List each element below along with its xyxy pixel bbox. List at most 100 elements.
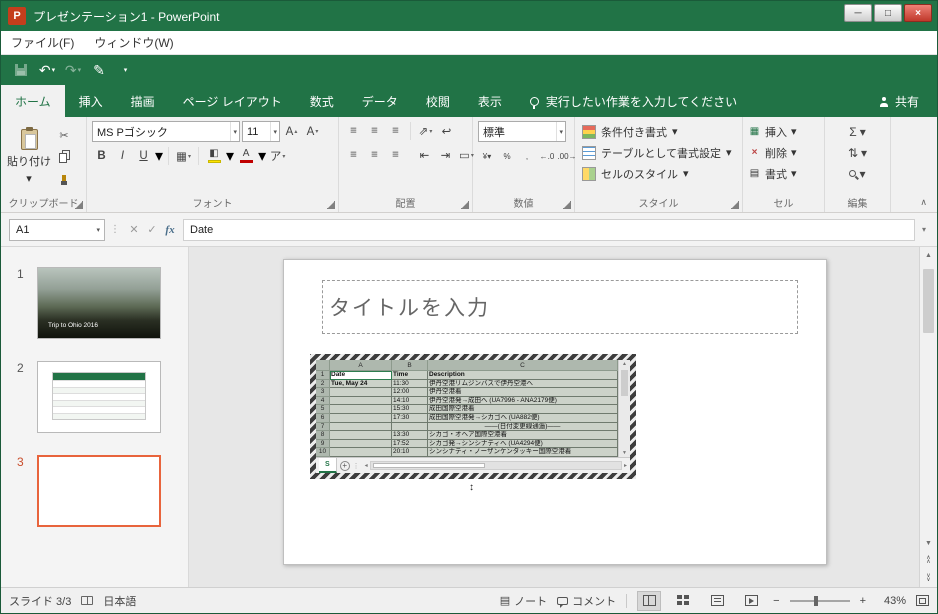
scroll-down-button[interactable]: ▼ [920,535,937,551]
number-dialog-launcher-icon[interactable] [563,201,571,209]
row-header[interactable]: 9 [316,439,330,449]
expand-formula-bar-icon[interactable]: ▾ [915,225,933,234]
sheet-cell[interactable]: 20:10 [392,448,428,457]
sheet-cell[interactable]: 成田国際空港着 [428,405,618,414]
decrease-indent-button[interactable]: ⇤ [415,145,434,165]
conditional-formatting-button[interactable]: 条件付き書式 ▾ [580,121,737,142]
row-header[interactable]: 5 [316,405,330,414]
sheet-scroll-up-icon[interactable]: ▲ [619,360,630,368]
format-painter-button[interactable] [52,168,76,187]
select-all-corner[interactable] [316,360,330,371]
font-size-combo[interactable]: 11 ▾ [242,121,280,142]
save-button[interactable] [11,59,31,81]
sheet-cell[interactable] [330,396,392,406]
sheet-cell[interactable] [330,448,392,457]
sheet-cell[interactable] [330,388,392,397]
row-header[interactable]: 3 [316,388,330,397]
wrap-text-button[interactable]: ↩ [437,121,456,141]
cell-a1[interactable]: Date [330,371,392,380]
scroll-up-button[interactable]: ▲ [920,247,937,263]
fit-to-window-button[interactable] [916,595,929,606]
language-indicator[interactable]: 日本語 [103,593,136,609]
sheet-tab[interactable]: S [319,458,337,473]
next-slide-button[interactable]: ∨ ∨ [920,569,937,587]
zoom-in-button[interactable]: + [860,595,866,607]
align-center-button[interactable]: ≡ [365,145,384,165]
sheet-cell[interactable]: 伊丹空港着 [428,388,618,397]
sheet-cell[interactable]: Tue, May 24 [330,379,392,389]
cancel-entry-button[interactable]: ✕ [125,223,143,236]
sheet-cell[interactable] [392,422,428,432]
decrease-decimal-button[interactable]: .00→ [557,146,576,166]
sheet-scroll-down-icon[interactable]: ▼ [619,449,630,457]
paste-button[interactable]: 貼り付け ▾ [6,121,52,193]
sheet-cell[interactable]: 成田国際空港発→シカゴへ (UA882便) [428,413,618,423]
sheet-cell[interactable]: Time [392,371,428,380]
sort-filter-button[interactable]: ⇅ ▾ [830,142,885,163]
sheet-cell[interactable]: 伊丹空港リムジンバスで伊丹空港へ [428,379,618,389]
sheet-cell[interactable]: 14:10 [392,396,428,406]
sheet-cell[interactable]: 13:30 [392,431,428,440]
percent-format-button[interactable]: % [498,146,516,166]
zoom-level[interactable]: 43% [876,595,906,607]
sheet-cell[interactable]: 11:30 [392,379,428,389]
borders-button[interactable]: ▦ ▾ [174,146,193,166]
delete-cells-button[interactable]: × 削除 ▾ [748,142,819,163]
cell-styles-button[interactable]: セルのスタイル ▾ [580,163,737,184]
sheet-cell[interactable]: 12:00 [392,388,428,397]
minimize-button[interactable]: ─ [844,4,872,22]
increase-indent-button[interactable]: ⇥ [436,145,455,165]
sheet-hscrollbar-thumb[interactable] [372,463,486,468]
row-header[interactable]: 6 [316,413,330,423]
row-header[interactable]: 7 [316,422,330,432]
menu-file[interactable]: ファイル(F) [1,31,84,54]
sheet-cell[interactable]: ――(日付変更線通過)―― [428,422,618,432]
sheet-cell[interactable]: 15:30 [392,405,428,414]
customize-qat-button[interactable]: ▾ [115,59,135,81]
column-header-b[interactable]: B [392,360,428,371]
underline-button[interactable]: U [134,146,153,166]
copy-button[interactable] [52,147,76,166]
sheet-cell[interactable]: 17:52 [392,439,428,449]
zoom-slider[interactable] [789,595,850,606]
find-select-button[interactable]: ▾ [830,163,885,184]
normal-view-button[interactable] [637,590,662,611]
sheet-cell[interactable]: シンシナティ・ノーザンケンタッキー国際空港着 [428,448,618,457]
undo-button[interactable]: ↶ ▾ [37,59,57,81]
align-top-button[interactable]: ≡ [344,121,363,141]
align-left-button[interactable]: ≡ [344,145,363,165]
reading-view-button[interactable] [705,591,729,611]
sheet-cell[interactable]: 17:30 [392,413,428,423]
previous-slide-button[interactable]: ∧ ∧ [920,551,937,569]
proofing-button[interactable] [81,596,94,605]
alignment-dialog-launcher-icon[interactable] [461,201,469,209]
zoom-out-button[interactable]: − [773,595,779,607]
sheet-cell[interactable] [330,439,392,449]
sheet-cell[interactable] [330,431,392,440]
font-name-combo[interactable]: MS Pゴシック ▾ [92,121,240,142]
sheet-scroll-right-icon[interactable]: ▸ [624,462,627,469]
sheet-cell[interactable] [330,413,392,423]
tab-view[interactable]: 表示 [464,85,516,117]
thumbnail-slide-1[interactable]: 1 Trip to Ohio 2016 [17,267,188,339]
maximize-button[interactable]: □ [874,4,902,22]
sheet-scroll-left-icon[interactable]: ◂ [365,462,368,469]
grow-font-button[interactable]: A ▴ [282,122,301,142]
increase-decimal-button[interactable]: ←.0 [538,146,556,166]
tab-draw[interactable]: 描画 [117,85,169,117]
italic-button[interactable]: I [113,146,132,166]
close-button[interactable]: × [904,4,932,22]
tab-home[interactable]: ホーム [1,85,65,117]
align-bottom-button[interactable]: ≡ [386,121,405,141]
resize-handle-icon[interactable]: ↕ [469,482,474,493]
zoom-slider-thumb[interactable] [813,595,818,606]
align-middle-button[interactable]: ≡ [365,121,384,141]
title-placeholder[interactable]: タイトルを入力 [322,280,798,334]
format-cells-button[interactable]: ▤ 書式 ▾ [748,163,819,184]
align-right-button[interactable]: ≡ [386,145,405,165]
sheet-cell[interactable]: Description [428,371,618,380]
font-color-button[interactable]: A [236,146,256,166]
insert-cells-button[interactable]: ▦ 挿入 ▾ [748,121,819,142]
scrollbar-thumb[interactable] [923,269,934,333]
tab-insert[interactable]: 挿入 [65,85,117,117]
